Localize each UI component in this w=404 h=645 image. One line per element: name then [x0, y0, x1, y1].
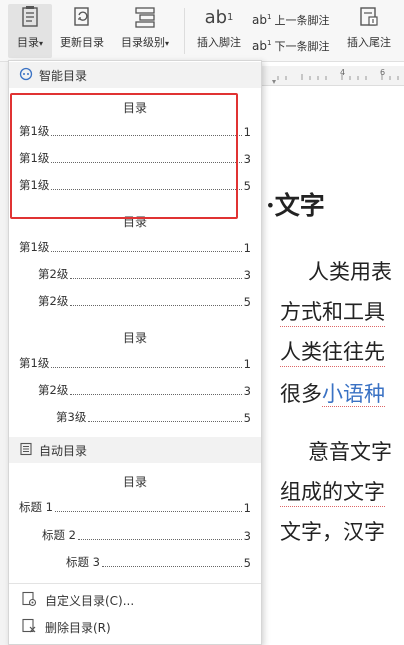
toc-entry-page: 1 [243, 125, 251, 139]
toc-style-option[interactable]: 目录 第1级 1 第2级 3 第3级 5 [9, 325, 261, 435]
leader-dots [70, 394, 242, 395]
chevron-down-icon: ▾ [164, 39, 169, 48]
toc-card-title: 目录 [122, 331, 147, 345]
toc-entry-page: 5 [243, 295, 251, 309]
custom-toc-icon [21, 591, 37, 610]
smart-toc-section-header: 智能目录 [9, 62, 261, 88]
delete-toc-menu-item[interactable]: 删除目录(R) [9, 614, 261, 640]
toc-entry: 第2级 3 [38, 382, 251, 398]
chevron-down-icon: ▾ [38, 39, 43, 48]
custom-toc-label: 自定义目录(C)... [45, 593, 135, 608]
refresh-document-icon [69, 4, 95, 30]
delete-toc-icon [21, 618, 37, 637]
document-line: 方式和工具 [280, 296, 385, 327]
toc-level-label: 目录级别 [120, 36, 165, 49]
toc-entry-page: 3 [243, 268, 251, 282]
toc-entry-text: 第2级 [38, 267, 69, 281]
footnote-icon: ab 1 [204, 4, 234, 30]
toc-entry-text: 第3级 [56, 410, 87, 424]
footnote-icon-sup: 1 [227, 11, 234, 23]
toc-entry: 第3级 5 [56, 409, 251, 425]
menu-divider [9, 583, 261, 584]
toc-entry-text: 第1级 [19, 240, 50, 254]
toc-entry: 第2级 5 [38, 293, 251, 309]
document-line: 文字，汉字 [280, 520, 385, 544]
toc-entry: 标题 1 1 [19, 499, 251, 515]
toc-icon [17, 4, 43, 30]
toc-entry-page: 3 [243, 152, 251, 166]
leader-dots [51, 251, 242, 252]
toc-entry-text: 标题 2 [42, 528, 76, 542]
toc-entry-text: 第2级 [38, 383, 69, 397]
insert-endnote-button[interactable]: 插入尾注 [340, 4, 398, 50]
toc-entry: 标题 2 3 [42, 527, 251, 543]
toc-button-label: 目录 [16, 36, 39, 49]
ribbon-toolbar: 目录▾ 更新目录 目录级别▾ ab 1 插入脚注 ab1 上一条脚注 ab1 下一… [0, 0, 404, 62]
insert-footnote-label: 插入脚注 [197, 36, 241, 49]
toc-entry: 第1级 1 [19, 239, 251, 255]
footnote-icon-text: ab [204, 6, 228, 28]
insert-footnote-button[interactable]: ab 1 插入脚注 [192, 4, 246, 50]
leader-dots [70, 278, 242, 279]
toc-entry-page: 3 [243, 384, 251, 398]
prev-footnote-icon: ab1 [252, 13, 272, 27]
auto-toc-icon [19, 442, 33, 459]
next-footnote-label: 下一条脚注 [274, 40, 330, 53]
toc-entry-text: 第2级 [38, 294, 69, 308]
smart-toc-icon [19, 67, 33, 84]
toc-style-option[interactable]: 目录 第1级 1 第2级 3 第2级 5 [9, 211, 261, 323]
next-footnote-icon: ab1 [252, 39, 272, 53]
document-line: 很多小语种 [280, 378, 385, 408]
toc-button[interactable]: 目录▾ [8, 4, 52, 58]
document-line: 意音文字 [308, 440, 392, 464]
ribbon-divider [184, 8, 185, 54]
toc-style-option[interactable]: 目录 标题 1 1 标题 2 3 标题 3 5 [9, 465, 261, 577]
prev-footnote-button[interactable]: ab1 上一条脚注 [252, 12, 329, 28]
smart-toc-label: 智能目录 [39, 68, 88, 83]
document-line: 人类用表 [308, 260, 392, 284]
leader-dots [51, 367, 242, 368]
toc-entry-page: 1 [243, 241, 251, 255]
leader-dots [77, 539, 242, 540]
toc-entry-page: 1 [243, 357, 251, 371]
toc-level-icon [132, 4, 158, 30]
document-page[interactable]: ·文字 人类用表 方式和工具 人类往往先 很多小语种 意音文字 组成的文字 文字… [262, 86, 404, 645]
update-toc-label: 更新目录 [60, 36, 104, 49]
toc-entry-page: 3 [243, 529, 251, 543]
highlight-box [10, 93, 238, 219]
leader-dots [88, 421, 242, 422]
document-line: 组成的文字 [280, 476, 385, 507]
toc-entry-text: 标题 3 [66, 555, 100, 569]
update-toc-button[interactable]: 更新目录 [56, 4, 108, 50]
document-heading: ·文字 [266, 191, 325, 220]
auto-toc-section-header: 自动目录 [9, 437, 261, 463]
endnote-icon [356, 4, 382, 30]
toc-entry: 标题 3 5 [66, 554, 251, 570]
document-link[interactable]: 小语种 [322, 382, 385, 407]
document-text: 很多 [280, 382, 322, 406]
toc-entry-page: 1 [243, 501, 251, 515]
toc-entry-page: 5 [243, 556, 251, 570]
toc-entry-page: 5 [243, 179, 251, 193]
toc-entry-text: 第1级 [19, 356, 50, 370]
svg-text:4: 4 [340, 68, 345, 77]
svg-text:6: 6 [380, 68, 385, 77]
custom-toc-menu-item[interactable]: 自定义目录(C)... [9, 587, 261, 613]
toc-level-button[interactable]: 目录级别▾ [114, 4, 176, 50]
leader-dots [54, 511, 242, 512]
auto-toc-label: 自动目录 [39, 443, 88, 458]
toc-card-title: 目录 [122, 475, 147, 489]
delete-toc-label: 删除目录(R) [45, 620, 111, 635]
toc-entry-text: 标题 1 [19, 500, 53, 514]
toc-entry: 第1级 1 [19, 355, 251, 371]
leader-dots [101, 566, 242, 567]
next-footnote-button[interactable]: ab1 下一条脚注 [252, 38, 329, 54]
prev-footnote-label: 上一条脚注 [274, 14, 330, 27]
insert-endnote-label: 插入尾注 [347, 36, 391, 49]
leader-dots [70, 305, 242, 306]
toc-entry: 第2级 3 [38, 266, 251, 282]
toc-entry-page: 5 [243, 411, 251, 425]
document-line: 人类往往先 [280, 336, 385, 367]
horizontal-ruler: 4 6 [262, 66, 404, 86]
